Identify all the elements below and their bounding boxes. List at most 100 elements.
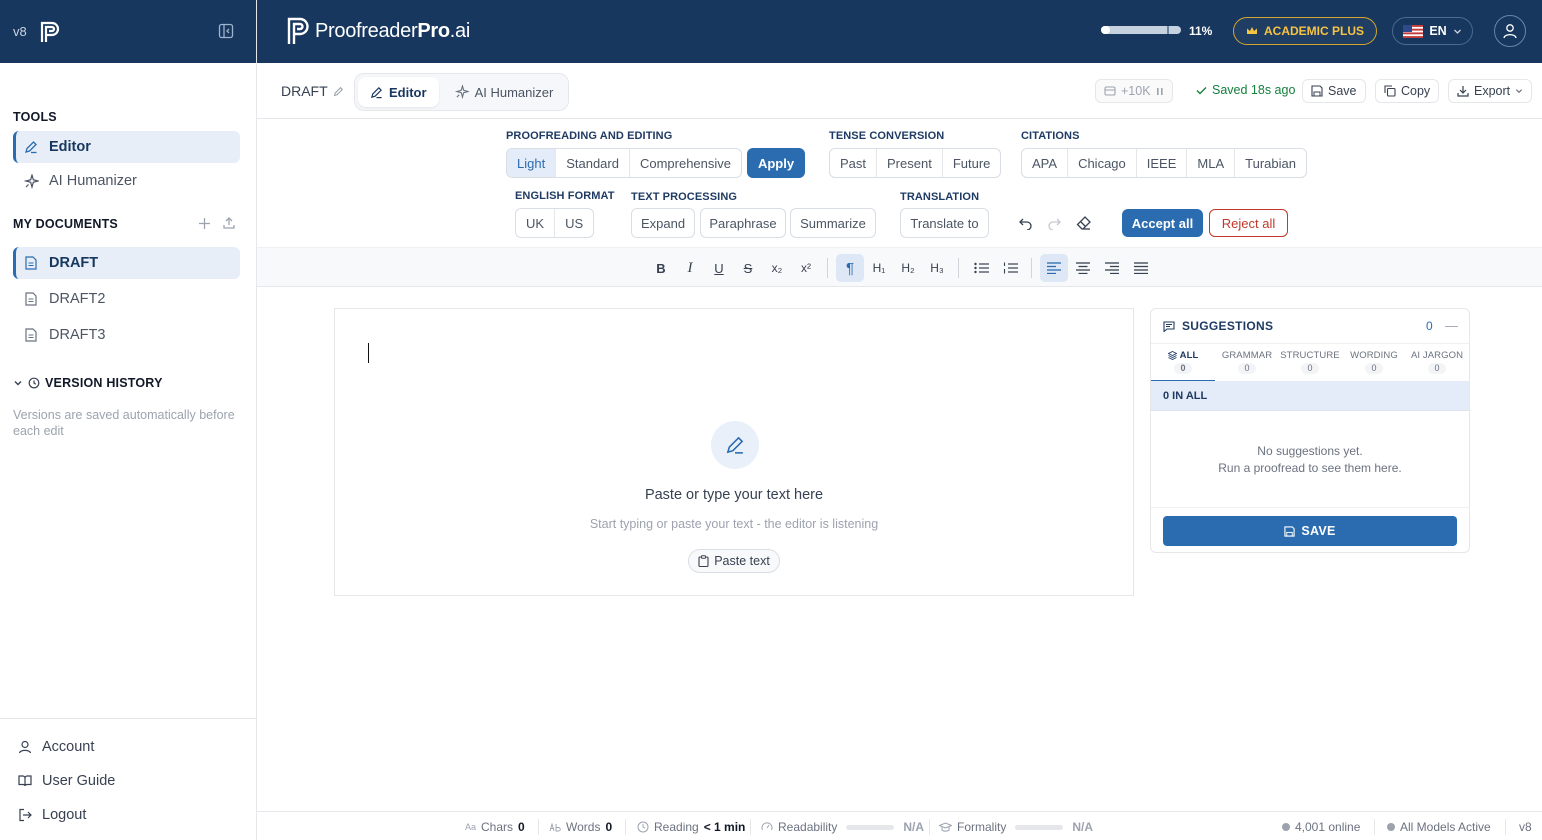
logout-link[interactable]: Logout — [18, 807, 86, 823]
level-comprehensive-option[interactable]: Comprehensive — [630, 149, 741, 177]
superscript-icon[interactable]: x² — [792, 254, 820, 282]
align-left-icon[interactable] — [1040, 254, 1068, 282]
paraphrase-button[interactable]: Paraphrase — [700, 208, 786, 238]
undo-icon[interactable] — [1018, 216, 1033, 230]
align-right-icon[interactable] — [1098, 254, 1126, 282]
tab-editor[interactable]: Editor — [358, 77, 439, 107]
tab-ai-jargon[interactable]: AI JARGON 0 — [1405, 344, 1469, 382]
upload-icon[interactable] — [222, 216, 236, 230]
readability-label: Readability — [778, 820, 838, 834]
sidebar-item-editor[interactable]: Editor — [13, 131, 240, 163]
readability-value: N/A — [903, 820, 925, 834]
saved-status: Saved 18s ago — [1196, 83, 1295, 97]
tense-past-option[interactable]: Past — [830, 149, 878, 177]
document-icon — [23, 327, 39, 343]
layers-icon — [1167, 351, 1177, 360]
citation-apa-option[interactable]: APA — [1022, 149, 1069, 177]
english-uk-option[interactable]: UK — [516, 209, 556, 237]
tab-count: 0 — [1301, 363, 1319, 374]
document-item-draft2[interactable]: DRAFT2 — [13, 283, 240, 315]
tab-structure[interactable]: STRUCTURE 0 — [1278, 344, 1342, 382]
underline-icon[interactable]: U — [705, 254, 733, 282]
subscript-icon[interactable]: x₂ — [763, 254, 791, 282]
brand-logo[interactable]: Proofreader Pro .ai — [286, 16, 470, 46]
minimize-icon[interactable]: — — [1445, 318, 1458, 333]
citation-chicago-option[interactable]: Chicago — [1068, 149, 1137, 177]
tab-count: 0 — [1365, 363, 1383, 374]
apply-button[interactable]: Apply — [747, 148, 805, 178]
redo-icon[interactable] — [1047, 216, 1062, 230]
heading-1-icon[interactable]: H₁ — [865, 254, 893, 282]
strikethrough-icon[interactable]: S — [734, 254, 762, 282]
export-button[interactable]: Export — [1448, 79, 1533, 103]
language-selector[interactable]: EN — [1392, 17, 1473, 45]
gauge-icon — [761, 821, 773, 833]
tab-label: AI JARGON — [1410, 350, 1464, 361]
text-editor[interactable]: Paste or type your text here Start typin… — [334, 308, 1134, 596]
usage-percent: 11% — [1189, 24, 1213, 38]
toolbar-divider — [1031, 258, 1032, 278]
version-history-toggle[interactable]: VERSION HISTORY — [13, 376, 163, 390]
translation-label: TRANSLATION — [900, 191, 980, 203]
english-us-option[interactable]: US — [555, 209, 593, 237]
align-center-icon[interactable] — [1069, 254, 1097, 282]
plan-badge[interactable]: ACADEMIC PLUS — [1233, 17, 1378, 45]
level-light-option[interactable]: Light — [507, 149, 557, 177]
reject-all-button[interactable]: Reject all — [1209, 209, 1288, 237]
document-item-draft3[interactable]: DRAFT3 — [13, 319, 240, 351]
expand-button[interactable]: Expand — [631, 208, 695, 238]
document-item-draft[interactable]: DRAFT — [13, 247, 240, 279]
bullet-list-icon[interactable] — [967, 254, 995, 282]
document-title[interactable]: DRAFT — [281, 83, 344, 99]
save-button[interactable]: Save — [1302, 79, 1366, 103]
formality-label: Formality — [957, 820, 1007, 834]
suggestions-save-button[interactable]: SAVE — [1163, 516, 1457, 546]
bold-icon[interactable]: B — [647, 254, 675, 282]
collapse-sidebar-icon[interactable] — [218, 23, 234, 39]
summarize-button[interactable]: Summarize — [790, 208, 876, 238]
graduation-cap-icon — [939, 821, 952, 833]
paragraph-icon[interactable]: ¶ — [836, 254, 864, 282]
tab-grammar[interactable]: GRAMMAR 0 — [1215, 344, 1279, 382]
tab-all[interactable]: ALL 0 — [1151, 344, 1215, 382]
brand-logo-icon[interactable] — [39, 20, 61, 44]
italic-icon[interactable]: I — [676, 254, 704, 282]
user-guide-link[interactable]: User Guide — [18, 773, 115, 789]
profile-button[interactable] — [1494, 15, 1526, 47]
account-link[interactable]: Account — [18, 739, 94, 755]
heading-3-icon[interactable]: H₃ — [923, 254, 951, 282]
tense-future-option[interactable]: Future — [943, 149, 1001, 177]
accept-all-button[interactable]: Accept all — [1122, 209, 1203, 237]
sidebar-item-ai-humanizer[interactable]: AI Humanizer — [13, 165, 240, 197]
online-label: 4,001 online — [1295, 820, 1361, 834]
tools-title: TOOLS — [13, 110, 57, 124]
save-icon — [1311, 85, 1323, 97]
align-justify-icon[interactable] — [1127, 254, 1155, 282]
words-stat: Words 0 — [549, 820, 612, 834]
level-standard-option[interactable]: Standard — [556, 149, 630, 177]
version-history-title: VERSION HISTORY — [45, 376, 163, 390]
tab-ai-humanizer[interactable]: AI Humanizer — [443, 77, 566, 107]
copy-button[interactable]: Copy — [1375, 79, 1440, 103]
tab-label: AI Humanizer — [474, 84, 554, 100]
citation-turabian-option[interactable]: Turabian — [1235, 149, 1306, 177]
editor-empty-title: Paste or type your text here — [644, 487, 824, 503]
paste-text-button[interactable]: Paste text — [688, 549, 780, 573]
tab-wording[interactable]: WORDING 0 — [1342, 344, 1406, 382]
numbered-list-icon[interactable] — [996, 254, 1024, 282]
pencil-icon — [370, 86, 383, 99]
suggestions-header: SUGGESTIONS — [1163, 319, 1273, 333]
add-document-icon[interactable] — [198, 217, 211, 230]
heading-2-icon[interactable]: H₂ — [894, 254, 922, 282]
citation-mla-option[interactable]: MLA — [1187, 149, 1236, 177]
version-label: v8 — [1519, 820, 1532, 834]
document-name: DRAFT — [281, 83, 328, 99]
eraser-icon[interactable] — [1076, 215, 1092, 231]
tense-present-option[interactable]: Present — [877, 149, 943, 177]
document-label: DRAFT3 — [49, 327, 106, 343]
tokens-chip[interactable]: +10K — [1095, 79, 1173, 103]
translate-to-button[interactable]: Translate to — [900, 208, 989, 238]
edit-name-icon[interactable] — [333, 86, 344, 97]
citation-ieee-option[interactable]: IEEE — [1137, 149, 1188, 177]
status-bar: Aa Chars 0 Words 0 Reading < 1 min Reada… — [257, 811, 1542, 840]
